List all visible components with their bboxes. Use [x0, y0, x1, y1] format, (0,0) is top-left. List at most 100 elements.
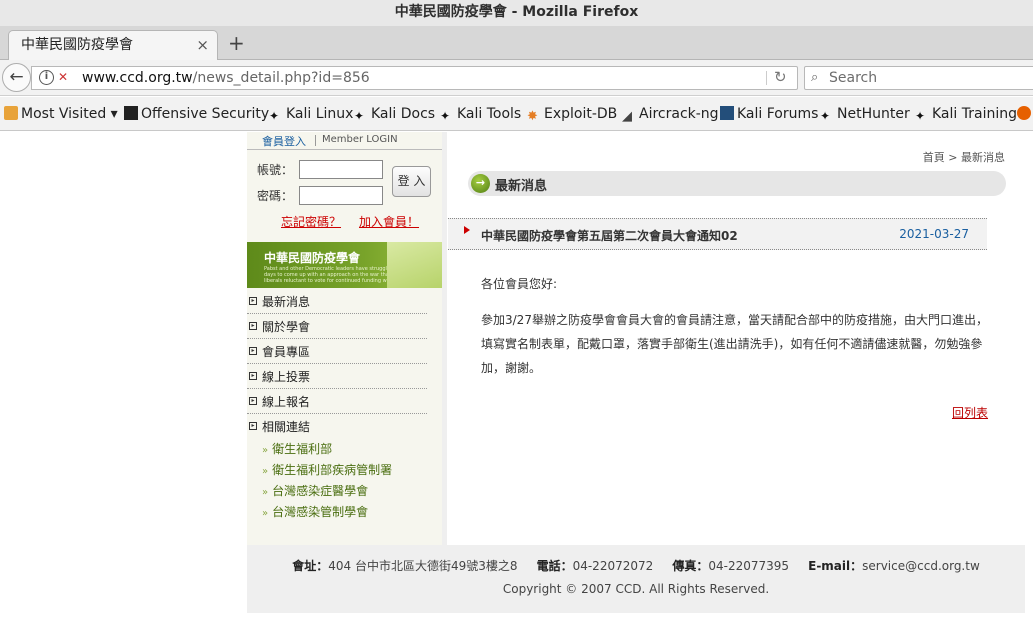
aircrack-icon: ◢	[622, 109, 632, 124]
menu-item-members[interactable]: ▸ 會員專區	[247, 339, 427, 364]
bookmark-kali-tools[interactable]: ✦ Kali Tools	[440, 105, 521, 123]
menu-item-links[interactable]: ▸ 相關連結	[247, 414, 427, 439]
url-host: www.ccd.org.tw	[82, 70, 193, 86]
close-tab-icon[interactable]: ×	[196, 31, 209, 59]
link-idst[interactable]: » 台灣感染症醫學會	[262, 482, 368, 499]
menu-item-vote[interactable]: ▸ 線上投票	[247, 364, 427, 389]
tab-active[interactable]: 中華民國防疫學會 ×	[8, 30, 218, 61]
bookmarks-toolbar: Most Visited ▾ Offensive Security ✦ Kali …	[0, 97, 1033, 131]
bookmark-aircrack[interactable]: ◢ Aircrack-ng	[622, 105, 719, 124]
sub-item-label: 衛生福利部	[272, 442, 333, 456]
menu-item-register[interactable]: ▸ 線上報名	[247, 389, 427, 414]
forgot-password-link[interactable]: 忘記密碼？	[281, 213, 341, 230]
menu-label: 最新消息	[262, 295, 311, 309]
insecure-lock-icon[interactable]: ✕	[58, 70, 68, 84]
sub-item-label: 台灣感染管制學會	[272, 505, 369, 519]
back-button[interactable]: ←	[2, 63, 31, 92]
menu-item-news[interactable]: ▸ 最新消息	[247, 289, 427, 314]
footer-contact: 會址：404 台中市北區大德街49號3樓之8 電話：04-22072072 傳真…	[247, 557, 1025, 574]
bookmark-label: Exploit-DB	[544, 106, 618, 122]
bookmark-kali-linux[interactable]: ✦ Kali Linux	[269, 105, 353, 123]
link-cdc[interactable]: » 衛生福利部疾病管制署	[262, 461, 392, 478]
bookmark-label: Kali Forums	[737, 106, 819, 122]
email-value[interactable]: service@ccd.org.tw	[862, 559, 980, 573]
breadcrumb[interactable]: 首頁 > 最新消息	[923, 149, 1005, 165]
news-greeting: 各位會員您好:	[481, 277, 558, 291]
section-header: → 最新消息	[468, 171, 1006, 196]
bookmark-exploit-db[interactable]: ✸ Exploit-DB	[527, 105, 618, 124]
bookmark-kali-docs[interactable]: ✦ Kali Docs	[354, 105, 435, 123]
menu-bullet-icon: ▸	[249, 372, 257, 380]
news-title-row: 中華民國防疫學會第五屆第二次會員大會通知02 2021-03-27	[448, 218, 987, 250]
triangle-bullet-icon	[464, 226, 470, 234]
menu-bullet-icon: ▸	[249, 347, 257, 355]
bookmark-label: NetHunter	[837, 106, 910, 122]
copyright: Copyright © 2007 CCD. All Rights Reserve…	[502, 582, 770, 596]
menu-label: 相關連結	[262, 420, 311, 434]
main-content: 首頁 > 最新消息 → 最新消息 中華民國防疫學會第五屆第二次會員大會通知02 …	[447, 132, 1025, 545]
bookmark-label: Kali Linux	[286, 106, 354, 122]
chevron-right-icon: »	[262, 508, 269, 519]
sub-item-label: 衛生福利部疾病管制署	[272, 463, 393, 477]
url-bar[interactable]: i ✕ www.ccd.org.tw/news_detail.php?id=85…	[31, 66, 798, 90]
back-arrow-icon: ←	[9, 67, 24, 87]
account-input[interactable]	[299, 160, 383, 179]
url-text[interactable]: www.ccd.org.tw/news_detail.php?id=856	[82, 70, 370, 86]
address-label: 會址：	[292, 559, 329, 573]
login-divider	[315, 135, 316, 146]
join-member-link[interactable]: 加入會員！	[359, 213, 419, 230]
bookmark-nethunter[interactable]: ✦ NetHunter	[820, 105, 910, 123]
chevron-right-icon: »	[262, 487, 269, 498]
new-tab-button[interactable]: +	[228, 30, 245, 56]
menu-bullet-icon: ▸	[249, 297, 257, 305]
menu-label: 會員專區	[262, 345, 311, 359]
firefox-icon	[1017, 106, 1031, 120]
bookmark-label: Offensive Security	[141, 106, 270, 122]
bookmark-label: Aircrack-ng	[639, 106, 719, 122]
search-placeholder: Search	[829, 70, 878, 86]
chevron-right-icon: »	[262, 445, 269, 456]
bookmark-label: Kali Tools	[457, 106, 522, 122]
info-icon[interactable]: i	[39, 70, 54, 85]
bookmark-most-visited[interactable]: Most Visited ▾	[4, 105, 118, 123]
bookmark-kali-forums[interactable]: Kali Forums	[720, 105, 818, 123]
bookmark-offensive-security[interactable]: Offensive Security	[124, 105, 269, 123]
bookmark-label: Most Visited	[21, 106, 107, 122]
search-icon: ⌕	[811, 70, 819, 85]
fax-value: 04-22077395	[708, 559, 790, 573]
menu-bullet-icon: ▸	[249, 397, 257, 405]
left-sidebar: 會員登入 Member LOGIN 帳號： 密碼： 登 入 忘記密碼？ 加入會員…	[247, 132, 442, 545]
reload-icon[interactable]: ↻	[774, 68, 787, 86]
kali-icon: ✦	[820, 109, 831, 123]
banner-title: 中華民國防疫學會	[264, 251, 361, 265]
sub-item-label: 台灣感染症醫學會	[272, 484, 369, 498]
bookmark-overflow[interactable]	[1017, 105, 1033, 123]
navigation-toolbar: ← i ✕ www.ccd.org.tw/news_detail.php?id=…	[0, 60, 1033, 96]
tab-strip: 中華民國防疫學會 × +	[0, 26, 1033, 61]
address-value: 404 台中市北區大德街49號3樓之8	[328, 559, 518, 573]
login-subtitle: Member LOGIN	[322, 134, 398, 145]
login-header: 會員登入 Member LOGIN	[247, 132, 442, 150]
society-banner[interactable]: 中華民國防疫學會 Pabst and other Democratic lead…	[247, 242, 442, 288]
menu-label: 線上投票	[262, 370, 311, 384]
section-title: 最新消息	[495, 179, 548, 194]
search-bar[interactable]: ⌕ Search	[804, 66, 1033, 90]
login-button[interactable]: 登 入	[392, 166, 431, 197]
account-label: 帳號：	[257, 163, 294, 177]
menu-item-about[interactable]: ▸ 關於學會	[247, 314, 427, 339]
kali-icon: ✦	[269, 109, 280, 123]
kali-icon: ✦	[440, 109, 451, 123]
bookmark-kali-training[interactable]: ✦ Kali Training	[915, 105, 1017, 123]
site-footer: 會址：404 台中市北區大德街49號3樓之8 電話：04-22072072 傳真…	[247, 549, 1025, 613]
back-to-list-link[interactable]: 回列表	[952, 404, 988, 421]
kali-icon: ✦	[915, 109, 926, 123]
tab-label: 中華民國防疫學會	[21, 37, 133, 53]
url-path: /news_detail.php?id=856	[192, 70, 370, 86]
password-input[interactable]	[299, 186, 383, 205]
link-mohw[interactable]: » 衛生福利部	[262, 440, 332, 457]
url-separator	[766, 71, 767, 85]
link-ics[interactable]: » 台灣感染管制學會	[262, 503, 368, 520]
news-date: 2021-03-27	[899, 227, 969, 241]
page-content: 會員登入 Member LOGIN 帳號： 密碼： 登 入 忘記密碼？ 加入會員…	[0, 132, 1033, 620]
news-body: 參加3/27舉辦之防疫學會會員大會的會員請注意，當天請配合部中的防疫措施，由大門…	[481, 313, 988, 375]
